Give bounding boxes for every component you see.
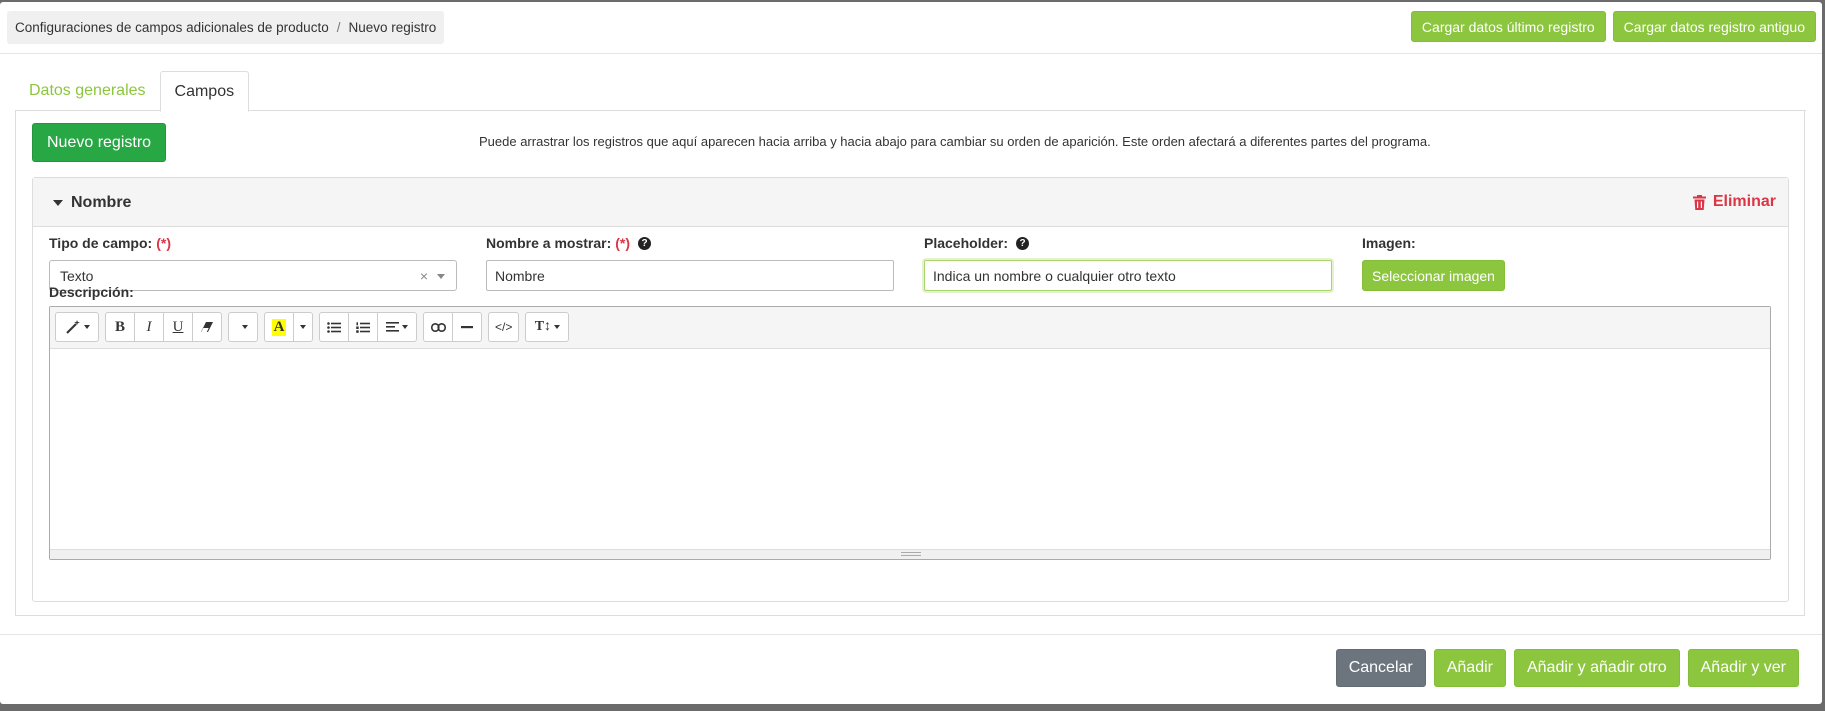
placeholder-input[interactable]	[924, 260, 1332, 291]
trash-icon	[1692, 194, 1706, 210]
question-circle-icon[interactable]: ?	[1016, 236, 1030, 250]
link-icon[interactable]	[423, 312, 453, 342]
breadcrumb-current: Nuevo registro	[348, 20, 437, 35]
field-type-value: Texto	[60, 267, 94, 284]
chevron-down-icon	[437, 274, 445, 279]
editor-resize-handle[interactable]	[50, 549, 1770, 559]
image-label: Imagen:	[1362, 235, 1416, 251]
chevron-down-icon	[83, 325, 90, 329]
text-size-group: T↕	[525, 312, 570, 342]
breadcrumb-parent[interactable]: Configuraciones de campos adicionales de…	[15, 20, 329, 35]
chevron-down-icon	[300, 325, 306, 329]
delete-record-button[interactable]: Eliminar	[1692, 193, 1776, 211]
placeholder-label: Placeholder: ?	[924, 235, 1030, 251]
caret-down-icon	[53, 200, 63, 206]
insert-group	[423, 312, 482, 342]
breadcrumb: Configuraciones de campos adicionales de…	[7, 11, 445, 44]
display-name-label-text: Nombre a mostrar:	[486, 235, 612, 251]
horizontal-rule-icon[interactable]	[452, 312, 482, 342]
highlight-icon: A	[271, 318, 287, 336]
field-type-label-text: Tipo de campo:	[49, 235, 153, 251]
color-group: A	[264, 312, 313, 342]
unordered-list-icon[interactable]	[319, 312, 349, 342]
highlight-color-button[interactable]: A	[264, 312, 294, 342]
ordered-list-icon[interactable]	[348, 312, 378, 342]
font-name-dropdown[interactable]	[228, 312, 258, 342]
style-group	[55, 312, 99, 342]
record-header: Nombre Eliminar	[33, 178, 1788, 227]
cancel-button[interactable]: Cancelar	[1335, 649, 1426, 687]
eraser-icon[interactable]	[192, 312, 222, 342]
record-title: Nombre	[71, 194, 132, 211]
load-old-record-button[interactable]: Cargar datos registro antiguo	[1612, 11, 1816, 42]
chevron-down-icon	[241, 325, 248, 329]
image-label-text: Imagen:	[1362, 235, 1416, 251]
add-and-view-button[interactable]: Añadir y ver	[1687, 649, 1799, 687]
breadcrumb-separator: /	[336, 20, 341, 35]
load-last-record-button[interactable]: Cargar datos último registro	[1410, 11, 1606, 42]
color-dropdown[interactable]	[293, 312, 313, 342]
display-name-label: Nombre a mostrar: (*) ?	[486, 235, 652, 251]
field-type-label: Tipo de campo: (*)	[49, 235, 171, 251]
tab-bar: Datos generales Campos	[15, 71, 1806, 112]
grip-icon	[901, 552, 921, 556]
code-group: </>	[488, 312, 520, 342]
text-height-button[interactable]: T↕	[525, 312, 570, 342]
display-name-input[interactable]	[486, 260, 894, 291]
footer-actions: Cancelar Añadir Añadir y añadir otro Aña…	[1335, 649, 1799, 687]
clear-icon[interactable]: ×	[420, 268, 428, 284]
add-button[interactable]: Añadir	[1433, 649, 1506, 687]
modal-header: Configuraciones de campos adicionales de…	[0, 2, 1822, 54]
question-circle-icon[interactable]: ?	[638, 236, 652, 250]
placeholder-label-text: Placeholder:	[924, 235, 1009, 251]
tab-campos[interactable]: Campos	[159, 71, 250, 112]
add-and-add-another-button[interactable]: Añadir y añadir otro	[1513, 649, 1680, 687]
modal-footer: Cancelar Añadir Añadir y añadir otro Aña…	[0, 634, 1822, 704]
record-card: Nombre Eliminar Tipo de campo: (*) Texto…	[32, 177, 1789, 602]
font-style-group: B I U	[105, 312, 222, 342]
bold-button[interactable]: B	[105, 312, 135, 342]
text-height-icon: T↕	[534, 319, 552, 334]
modal-dialog: Configuraciones de campos adicionales de…	[0, 2, 1822, 704]
required-marker: (*)	[156, 235, 171, 251]
select-image-button[interactable]: Seleccionar imagen	[1362, 260, 1505, 291]
magic-wand-icon[interactable]	[55, 312, 99, 342]
delete-label: Eliminar	[1712, 193, 1776, 210]
header-actions: Cargar datos último registro Cargar dato…	[1410, 11, 1816, 42]
tab-panel-campos: Nuevo registro Puede arrastrar los regis…	[15, 110, 1805, 616]
editor-content-area[interactable]	[50, 349, 1770, 549]
align-icon[interactable]	[377, 312, 417, 342]
rich-text-editor: B I U A </> T↕	[49, 306, 1771, 560]
italic-button[interactable]: I	[134, 312, 164, 342]
chevron-down-icon	[402, 325, 408, 329]
editor-toolbar: B I U A </> T↕	[50, 307, 1770, 349]
record-toggle[interactable]: Nombre	[53, 194, 131, 212]
description-label: Descripción:	[49, 284, 134, 300]
description-label-text: Descripción:	[49, 284, 134, 300]
new-record-button[interactable]: Nuevo registro	[32, 123, 167, 162]
required-marker: (*)	[615, 235, 631, 251]
tab-datos-generales[interactable]: Datos generales	[15, 71, 160, 111]
drag-hint-text: Puede arrastrar los registros que aquí a…	[479, 134, 1431, 149]
code-view-button[interactable]: </>	[488, 312, 520, 342]
chevron-down-icon	[554, 325, 561, 329]
underline-button[interactable]: U	[163, 312, 193, 342]
font-name-group	[228, 312, 258, 342]
paragraph-group	[319, 312, 417, 342]
